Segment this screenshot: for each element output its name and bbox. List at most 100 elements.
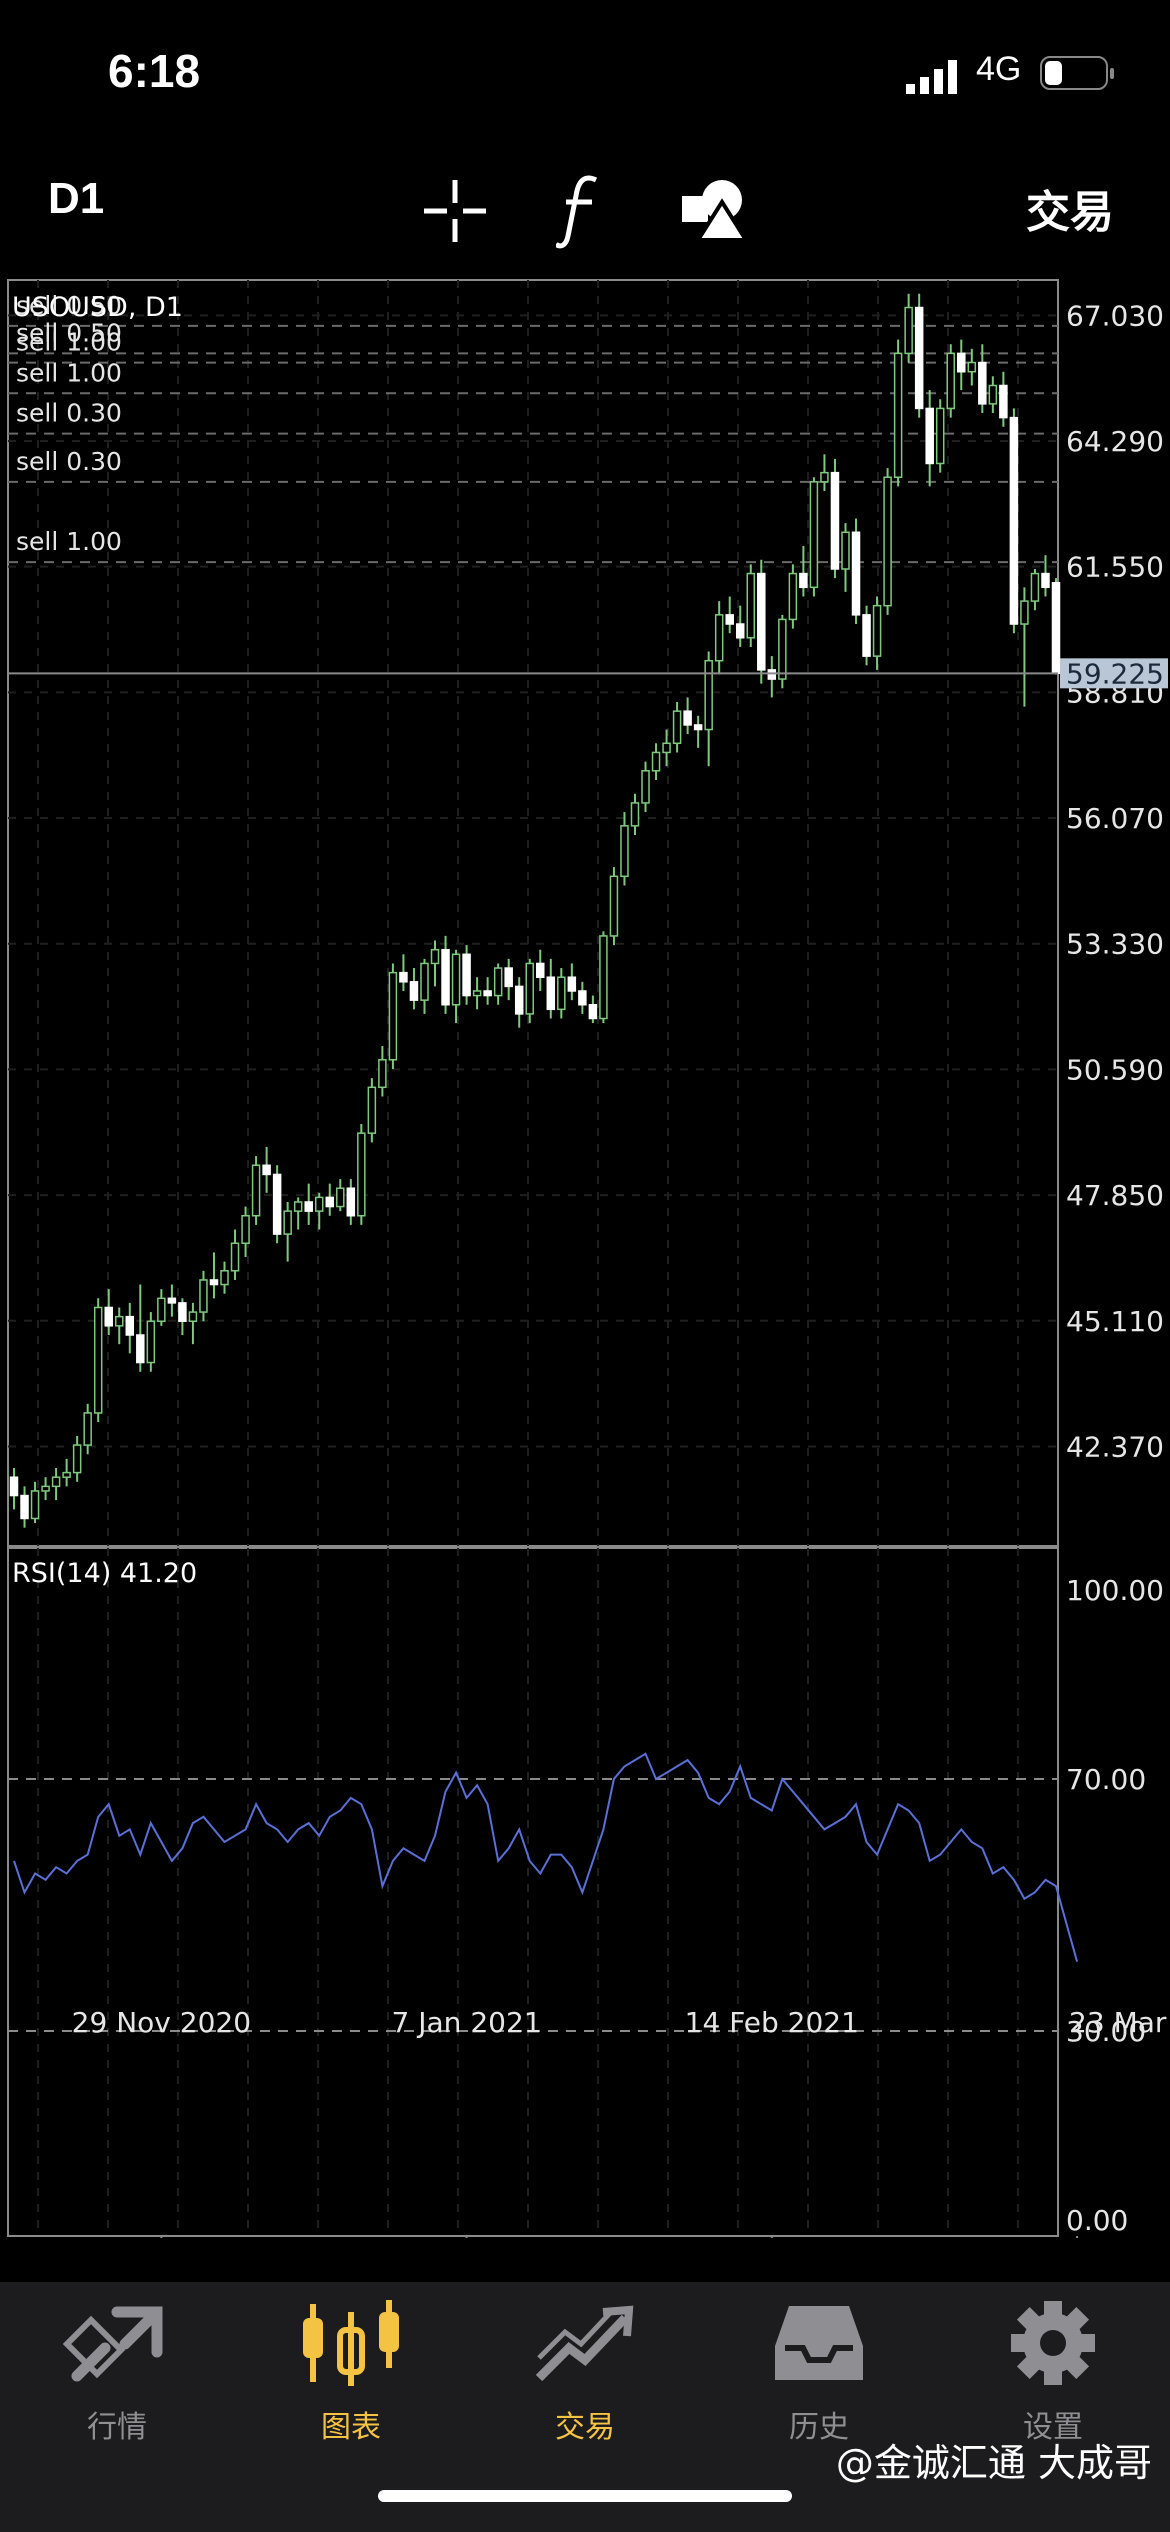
candle: [272, 1165, 282, 1244]
trade-button[interactable]: 交易: [1026, 176, 1114, 240]
indicator-function-icon[interactable]: [556, 172, 604, 252]
candle-body: [430, 948, 440, 965]
candle: [346, 1179, 356, 1225]
time-axis-label: 23 Mar 2021: [1069, 2006, 1170, 2039]
candle: [830, 458, 840, 579]
tab-label: 图表: [321, 2410, 381, 2445]
candle-body: [967, 361, 977, 373]
candle-body: [872, 604, 882, 657]
candle-body: [357, 1132, 366, 1217]
candle: [588, 995, 598, 1024]
candle-body: [220, 1270, 229, 1286]
trade-icon: [535, 2305, 634, 2382]
tab-trade[interactable]: 交易: [468, 2282, 702, 2482]
candle-body: [683, 710, 692, 726]
price-axis-label: 61.550: [1066, 551, 1164, 584]
candle-body: [588, 1003, 598, 1020]
price-axis-label: 47.850: [1066, 1179, 1164, 1212]
candle-body: [599, 935, 608, 1020]
candle-body: [472, 990, 482, 997]
candle: [409, 968, 419, 1010]
candle: [93, 1298, 103, 1423]
tab-label: 行情: [87, 2410, 147, 2445]
candle-body: [914, 306, 924, 410]
candle: [651, 743, 661, 780]
candle-body: [946, 352, 955, 410]
candle-body: [851, 531, 861, 616]
candle: [504, 958, 513, 1001]
candle: [620, 812, 629, 886]
candle-body: [93, 1306, 103, 1414]
history-icon: [775, 2306, 863, 2380]
candle-body: [178, 1302, 187, 1322]
candle-body: [325, 1196, 335, 1208]
candle: [904, 293, 913, 363]
candle-body: [693, 724, 703, 731]
chart-toolbar: D1 交易: [0, 160, 1170, 280]
candle: [378, 1046, 387, 1097]
candle-body: [167, 1297, 177, 1304]
candle-body: [1041, 572, 1050, 589]
chart-area[interactable]: 67.030 64.290 61.550 58.810 56.070 53.330 50.5…: [0, 278, 1170, 2246]
candle-body: [925, 407, 934, 465]
candle-body: [557, 976, 566, 1011]
candle: [367, 1078, 377, 1143]
price-chart[interactable]: 67.03064.29061.55058.81056.07053.33050.5…: [0, 278, 1170, 2246]
candle: [209, 1252, 219, 1299]
candle: [630, 793, 640, 836]
candle: [714, 601, 724, 675]
status-bar: 6:18 4G: [0, 0, 1170, 150]
candle: [799, 546, 808, 597]
price-axis-label: 56.070: [1066, 802, 1164, 835]
candle-body: [788, 572, 798, 621]
timeframe-button[interactable]: D1: [48, 174, 104, 224]
home-indicator[interactable]: [378, 2490, 792, 2502]
candle-body: [504, 967, 513, 988]
candle: [483, 977, 492, 1005]
candle: [420, 958, 429, 1014]
candle: [1009, 408, 1019, 634]
candle-body: [735, 623, 745, 639]
candle: [546, 958, 556, 1019]
candle: [51, 1468, 61, 1501]
candle: [767, 656, 777, 698]
objects-icon[interactable]: [680, 178, 750, 244]
crosshair-icon[interactable]: [422, 178, 488, 244]
candle-body: [714, 614, 724, 662]
candle-body: [304, 1201, 313, 1212]
candle-body: [483, 990, 492, 997]
candle: [251, 1156, 261, 1225]
candle-body: [157, 1297, 166, 1322]
candle: [1051, 578, 1061, 675]
candle-body: [820, 471, 829, 483]
candle: [136, 1284, 145, 1372]
candle: [599, 931, 608, 1024]
candle-body: [904, 306, 913, 355]
candle: [988, 376, 998, 414]
candle: [778, 614, 787, 689]
candle: [325, 1183, 335, 1216]
candle-body: [83, 1412, 92, 1446]
price-axis-label: 67.030: [1066, 299, 1164, 332]
candle: [925, 390, 934, 487]
indicator-frame: [7, 1547, 1059, 2237]
candle: [41, 1477, 50, 1501]
candle: [683, 697, 692, 735]
candle: [167, 1284, 177, 1317]
order-line-label: sell 0.30: [16, 447, 122, 476]
candle: [472, 977, 482, 1010]
tab-quotes[interactable]: 行情: [0, 2282, 234, 2482]
watermark: @金诚汇通 大成哥: [835, 2441, 1152, 2485]
candle: [1020, 587, 1029, 707]
candle: [914, 293, 924, 418]
candle: [883, 468, 892, 615]
candle-body: [778, 618, 787, 680]
candle: [935, 399, 945, 473]
quotes-icon: [62, 2306, 163, 2382]
order-line-label: sell 0.30: [16, 399, 122, 428]
candle-body: [146, 1320, 156, 1364]
candle-body: [988, 384, 998, 405]
candle-body: [883, 476, 892, 607]
candle-body: [630, 802, 640, 827]
tab-chart[interactable]: 图表: [234, 2282, 468, 2482]
